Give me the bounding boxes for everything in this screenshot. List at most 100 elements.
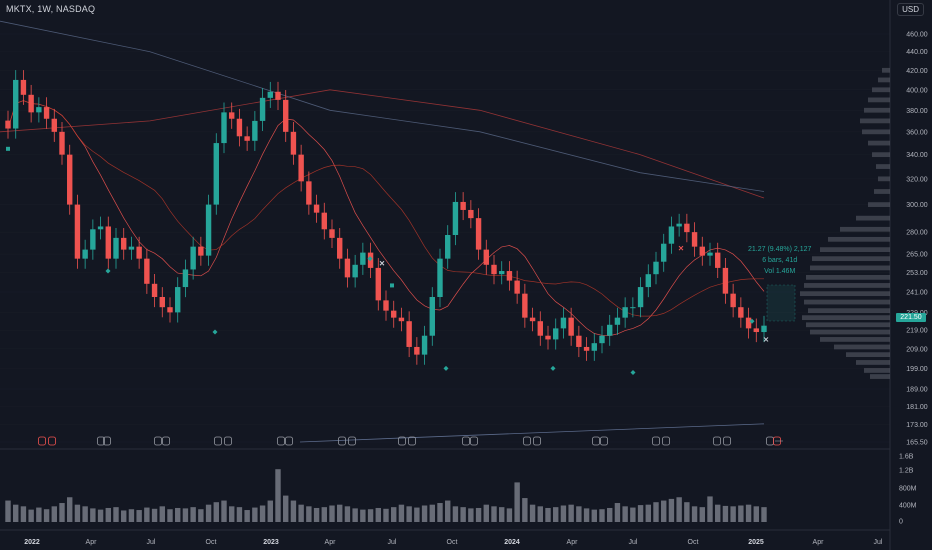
volume-bar — [113, 507, 119, 522]
volume-bar — [267, 500, 273, 522]
candle-body — [5, 120, 11, 129]
candle-body — [668, 226, 675, 244]
volume-bar — [421, 505, 428, 522]
candle-body — [175, 287, 181, 313]
volume-bar — [514, 482, 520, 522]
candle-body — [28, 94, 34, 113]
candle-body — [761, 325, 767, 333]
profile-bar — [868, 97, 890, 103]
candle-body — [252, 120, 258, 141]
volume-bar — [67, 497, 73, 522]
volume-bar — [475, 507, 482, 522]
volume-bar — [20, 506, 27, 522]
volume-bar — [105, 507, 111, 522]
volume-bar — [275, 469, 281, 522]
candle-body — [676, 223, 682, 227]
candle-body — [259, 97, 266, 121]
volume-bar — [360, 509, 366, 522]
price-tick-label: 265.00 — [906, 252, 928, 259]
candle-body — [298, 154, 304, 182]
volume-bar — [213, 502, 219, 522]
profile-bar — [810, 329, 890, 335]
signal-flag — [6, 146, 10, 151]
candle-body — [13, 79, 19, 129]
candle-body — [329, 229, 335, 238]
price-tick-label: 173.00 — [906, 422, 928, 429]
time-axis[interactable]: 2022 Apr Jul Oct 2023 Apr Jul Oct 2024 Apr Jul Oct 2… — [24, 539, 883, 546]
profile-bar — [806, 274, 890, 280]
profile-bar — [864, 368, 890, 373]
volume-bar — [630, 507, 636, 522]
candle-body — [568, 317, 574, 336]
volume-bar — [144, 507, 150, 522]
candle-body — [460, 201, 466, 210]
profile-bar — [878, 176, 890, 182]
volume-bar — [560, 505, 567, 522]
volume-bar — [599, 509, 605, 522]
candle-body — [97, 226, 104, 230]
candle-body — [128, 246, 135, 250]
candle-body — [684, 223, 690, 233]
time-tick-label: 2024 — [504, 539, 520, 546]
volume-bar — [691, 506, 698, 522]
profile-bar — [840, 226, 890, 232]
candle-body — [244, 136, 250, 141]
volume-bar — [59, 503, 65, 522]
volume-bar — [661, 500, 667, 522]
volume-bar — [290, 500, 297, 522]
profile-bar — [872, 152, 890, 158]
time-tick-label: 2022 — [24, 539, 40, 546]
volume-bar — [429, 504, 435, 522]
volume-bar — [221, 500, 227, 522]
price-tick-label: 300.00 — [906, 202, 928, 209]
volume-bar — [121, 510, 127, 522]
time-tick-label: Oct — [206, 539, 217, 546]
volume-bar — [722, 505, 729, 522]
profile-bar — [820, 247, 890, 252]
volume-bar — [761, 507, 767, 522]
volume-bar — [313, 507, 320, 522]
time-tick-label: Jul — [388, 539, 397, 546]
profile-bar — [806, 322, 890, 328]
volume-bar — [545, 507, 551, 522]
volume-tick-label: 800M — [899, 486, 917, 493]
time-tick-label: Jul — [874, 539, 883, 546]
volume-bar — [738, 505, 744, 522]
profile-bar — [882, 67, 890, 73]
volume-bar — [236, 507, 243, 522]
candle-body — [352, 264, 358, 278]
candle-body — [715, 252, 721, 268]
volume-bar — [136, 510, 142, 522]
symbol-header[interactable]: MKTX, 1W, NASDAQ — [6, 4, 95, 14]
volume-bar — [522, 498, 528, 522]
volume-tick-label: 400M — [899, 503, 917, 510]
time-tick-label: Oct — [447, 539, 458, 546]
candle-body — [691, 232, 698, 247]
volume-bar — [730, 506, 736, 522]
candle-body — [221, 112, 227, 144]
candle-body — [738, 307, 744, 318]
candle-body — [576, 335, 582, 347]
volume-bar — [676, 497, 682, 522]
candle-body — [313, 204, 320, 213]
volume-bar — [51, 506, 57, 522]
volume-bar — [668, 498, 675, 522]
profile-bar — [802, 315, 890, 321]
time-tick-label: Oct — [688, 539, 699, 546]
profile-bar — [872, 87, 890, 93]
volume-bar — [383, 508, 389, 522]
currency-button[interactable]: USD — [897, 3, 924, 16]
profile-bar — [878, 77, 890, 83]
candle-body — [730, 293, 736, 308]
volume-bar — [352, 508, 358, 522]
candle-body — [36, 107, 42, 113]
profile-bar — [804, 299, 890, 305]
candle-body — [753, 328, 759, 333]
candle-body — [20, 79, 27, 95]
price-tick-label: 241.00 — [906, 290, 928, 297]
volume-bar — [28, 509, 34, 522]
candle-body — [67, 154, 73, 205]
volume-bar — [229, 506, 235, 522]
candle-body — [229, 112, 235, 119]
volume-tick-label: 1.2B — [899, 468, 914, 475]
